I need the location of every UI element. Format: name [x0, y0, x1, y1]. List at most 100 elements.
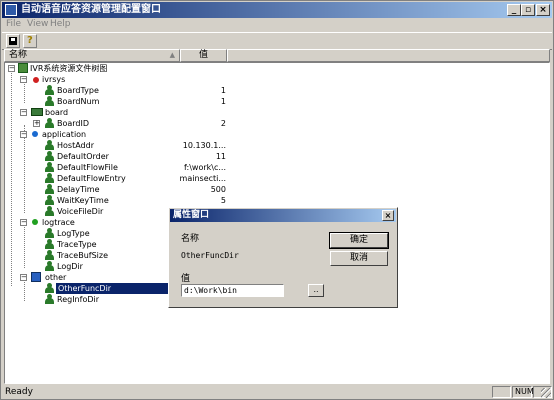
item-icon: [45, 118, 54, 128]
tree-node-label: logtrace: [42, 218, 75, 227]
dialog-title-bar[interactable]: 属性窗口 ×: [170, 209, 396, 222]
list-header: 名称 ▲ 值: [4, 49, 550, 62]
tree-leaf-label: LogDir: [57, 262, 83, 271]
title-bar[interactable]: 自动语音应答资源管理配置窗口 _ ▫ ×: [2, 2, 552, 18]
tree-node-ivrsys[interactable]: − ivrsys: [5, 74, 549, 85]
expand-icon[interactable]: +: [33, 120, 40, 127]
tree-leaf-defaultorder[interactable]: DefaultOrder 11: [5, 151, 549, 162]
tree-leaf-label: TraceType: [57, 240, 97, 249]
tree-leaf-value: 1: [220, 86, 226, 95]
tree-leaf-waitkeytime[interactable]: WaitKeyTime 5: [5, 195, 549, 206]
tree-leaf-label: RegInfoDir: [57, 295, 100, 304]
column-value-header[interactable]: 值: [180, 49, 227, 62]
tree-leaf-label: BoardID: [57, 119, 90, 128]
item-icon: [45, 85, 54, 95]
status-panel-caps: [492, 386, 511, 398]
tree-leaf-hostaddr[interactable]: HostAddr 10.130.1...: [5, 140, 549, 151]
app-icon: [5, 4, 17, 16]
status-panel-num: NUM: [512, 386, 534, 398]
section-green-icon: [32, 219, 38, 225]
name-value: OtherFuncDir: [181, 251, 239, 260]
tree-leaf-delaytime[interactable]: DelayTime 500: [5, 184, 549, 195]
name-label: 名称: [181, 234, 200, 244]
tree-leaf-defaultflowfile[interactable]: DefaultFlowFile f:\work\c...: [5, 162, 549, 173]
collapse-icon[interactable]: −: [20, 219, 27, 226]
collapse-icon[interactable]: −: [20, 131, 27, 138]
tree-leaf-boardnum[interactable]: BoardNum 1: [5, 96, 549, 107]
tree-leaf-value: 11: [215, 152, 226, 161]
item-icon: [45, 140, 54, 150]
column-name-label: 名称: [9, 50, 28, 60]
maximize-button[interactable]: ▫: [521, 4, 535, 16]
tree-leaf-value: 500: [210, 185, 226, 194]
item-icon: [45, 239, 54, 249]
item-icon: [45, 184, 54, 194]
section-blue-icon: [32, 131, 38, 137]
tree-node-label: board: [45, 108, 69, 117]
item-icon: [45, 206, 54, 216]
tree-leaf-value: 10.130.1...: [182, 141, 226, 150]
help-icon[interactable]: ?: [23, 34, 37, 48]
tree-leaf-label: WaitKeyTime: [57, 196, 109, 205]
tree-node-label: other: [45, 273, 67, 282]
resize-grip[interactable]: [541, 388, 551, 398]
tree-leaf-value: 5: [220, 196, 226, 205]
collapse-icon[interactable]: −: [8, 65, 15, 72]
tree-leaf-value: mainsecti...: [179, 174, 226, 183]
tree-node-application[interactable]: − application: [5, 129, 549, 140]
browse-button[interactable]: ..: [308, 284, 324, 297]
item-icon: [45, 195, 54, 205]
tree-leaf-label: HostAddr: [57, 141, 94, 150]
item-icon: [45, 162, 54, 172]
column-filler: [227, 49, 550, 62]
tree-node-label: application: [42, 130, 87, 139]
tree-leaf-defaultflowentry[interactable]: DefaultFlowEntry mainsecti...: [5, 173, 549, 184]
tree-node-label: IVR系统资源文件树图: [30, 64, 108, 73]
cancel-button[interactable]: 取消: [330, 251, 388, 266]
item-icon: [45, 250, 54, 260]
main-window: 自动语音应答资源管理配置窗口 _ ▫ × File View Help ? 名称…: [0, 0, 554, 400]
tree-leaf-label: BoardNum: [57, 97, 100, 106]
tree-leaf-label: DefaultOrder: [57, 152, 109, 161]
dialog-title: 属性窗口: [173, 210, 210, 220]
window-title: 自动语音应答资源管理配置窗口: [21, 4, 161, 15]
menu-view[interactable]: View: [27, 19, 48, 29]
item-icon: [45, 283, 54, 293]
collapse-icon[interactable]: −: [20, 109, 27, 116]
close-button[interactable]: ×: [536, 4, 550, 16]
ok-button[interactable]: 确定: [329, 232, 389, 249]
value-input[interactable]: d:\Work\bin: [181, 284, 284, 297]
root-folder-icon: [18, 63, 28, 73]
help-glyph: ?: [27, 35, 33, 46]
status-bar: Ready NUM: [2, 386, 552, 399]
tree-leaf-boardtype[interactable]: BoardType 1: [5, 85, 549, 96]
tree-leaf-label: LogType: [57, 229, 90, 238]
item-icon: [45, 173, 54, 183]
menu-file[interactable]: File: [6, 19, 21, 29]
board-icon: [31, 108, 43, 116]
collapse-icon[interactable]: −: [20, 76, 27, 83]
item-icon: [45, 294, 54, 304]
toolbar: ?: [2, 32, 552, 50]
menu-bar: File View Help: [2, 18, 552, 31]
column-name-header[interactable]: 名称 ▲: [4, 49, 180, 62]
item-icon: [45, 96, 54, 106]
minimize-button[interactable]: _: [507, 4, 521, 16]
tree-node-boardid[interactable]: + BoardID 2: [5, 118, 549, 129]
tree-node-board[interactable]: − board: [5, 107, 549, 118]
sort-arrow-icon: ▲: [169, 51, 175, 59]
collapse-icon[interactable]: −: [20, 274, 27, 281]
value-label: 值: [181, 274, 191, 284]
dialog-close-button[interactable]: ×: [382, 210, 394, 221]
tree-leaf-value: 1: [220, 97, 226, 106]
tree-leaf-label: TraceBufSize: [57, 251, 109, 260]
properties-dialog: 属性窗口 × 名称 OtherFuncDir 值 d:\Work\bin .. …: [168, 207, 398, 308]
tree-leaf-label: OtherFuncDir: [56, 283, 170, 294]
tree-leaf-label: DefaultFlowEntry: [57, 174, 126, 183]
tree-leaf-label: BoardType: [57, 86, 99, 95]
tree-node-root[interactable]: − IVR系统资源文件树图: [5, 63, 549, 74]
menu-help[interactable]: Help: [50, 19, 71, 29]
tree-leaf-value: 2: [220, 119, 226, 128]
item-icon: [45, 151, 54, 161]
save-icon[interactable]: [6, 34, 20, 48]
